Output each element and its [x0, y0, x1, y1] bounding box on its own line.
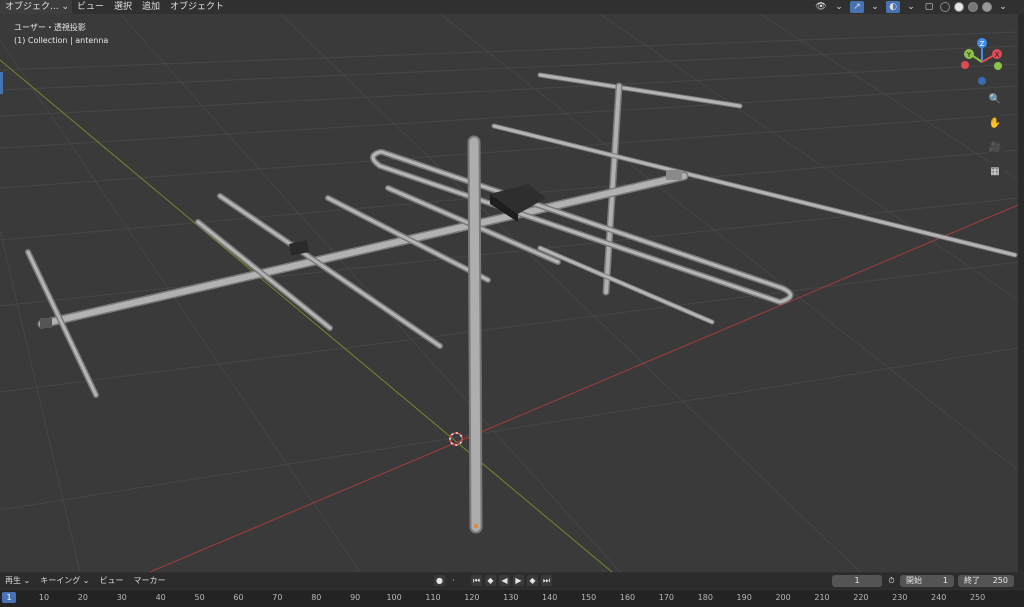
- dropdown-chevron-icon[interactable]: ⌄: [832, 1, 846, 13]
- gizmo-toggle-icon[interactable]: ↗: [850, 1, 864, 13]
- ruler-tick-label: 150: [580, 593, 597, 602]
- ruler-tick-label: 180: [697, 593, 713, 602]
- current-frame-field[interactable]: 1: [832, 575, 882, 587]
- collection-object-label: (1) Collection | antenna: [14, 36, 109, 45]
- ruler-tick-label: 100: [386, 593, 402, 602]
- stopwatch-icon[interactable]: ⏱: [886, 575, 897, 586]
- ruler-tick-label: 140: [542, 593, 558, 602]
- end-value: 250: [992, 576, 1008, 585]
- header-right-tools: 👁 ⌄ ↗ ⌄ ◐ ⌄ ▢ ⌄: [814, 0, 1010, 14]
- 3d-viewport[interactable]: ユーザー・透視投影 (1) Collection | antenna Z Y X…: [0, 14, 1018, 572]
- prev-keyframe-icon[interactable]: ◆: [485, 575, 496, 586]
- ruler-tick-label: 10: [38, 593, 50, 602]
- gizmo-z-label: Z: [980, 40, 985, 48]
- gizmo-neg-z[interactable]: [978, 77, 986, 85]
- viewport-info: ユーザー・透視投影 (1) Collection | antenna: [14, 21, 108, 47]
- start-label: 開始: [906, 576, 922, 585]
- ruler-tick-label: 30: [116, 593, 127, 602]
- gizmo-x-label: X: [995, 51, 1000, 59]
- menu-object[interactable]: オブジェクト: [165, 0, 229, 14]
- ruler-tick-label: 130: [503, 593, 519, 602]
- playback-controls: ● · ⏮ ◆ ◀ ▶ ◆ ⏭: [434, 575, 552, 586]
- gizmo-neg-y[interactable]: [994, 62, 1002, 70]
- next-keyframe-icon[interactable]: ◆: [527, 575, 538, 586]
- timeline-header: 再生 ⌄ キーイング ⌄ ビュー マーカー ● · ⏮ ◆ ◀ ▶ ◆ ⏭ 1 …: [0, 573, 1024, 589]
- material-shading-icon[interactable]: [968, 2, 978, 12]
- ruler-tick-label: 230: [892, 593, 908, 602]
- record-options-icon[interactable]: ·: [448, 575, 459, 586]
- ruler-tick-label: 170: [658, 593, 675, 602]
- play-reverse-icon[interactable]: ◀: [499, 575, 510, 586]
- ruler-tick-label: 220: [853, 593, 869, 602]
- jump-start-icon[interactable]: ⏮: [471, 575, 482, 586]
- ruler-tick-label: 50: [194, 593, 205, 602]
- pan-hand-icon[interactable]: ✋: [986, 114, 1004, 132]
- floor-grid: [0, 14, 1018, 572]
- mode-dropdown[interactable]: オブジェク... ⌄: [0, 0, 72, 14]
- ruler-tick-label: 20: [77, 593, 88, 602]
- start-value: 1: [942, 576, 948, 585]
- visibility-icon[interactable]: 👁: [814, 1, 828, 13]
- menu-timeline-view[interactable]: ビュー: [95, 573, 129, 589]
- ruler-tick-label: 240: [931, 593, 947, 602]
- end-frame-field[interactable]: 終了 250: [958, 575, 1014, 587]
- ruler-tick-label: 250: [969, 593, 986, 602]
- dropdown-chevron-icon[interactable]: ⌄: [868, 1, 882, 13]
- x-axis-line: [149, 204, 1018, 572]
- start-frame-field[interactable]: 開始 1: [900, 575, 954, 587]
- menu-select[interactable]: 選択: [109, 0, 137, 14]
- jump-end-icon[interactable]: ⏭: [541, 575, 552, 586]
- ruler-tick-label: 70: [272, 593, 283, 602]
- gizmo-y-label: Y: [966, 51, 972, 59]
- gizmo-neg-x[interactable]: [961, 61, 969, 69]
- viewport-header: オブジェク... ⌄ ビュー 選択 追加 オブジェクト 👁 ⌄ ↗ ⌄ ◐ ⌄ …: [0, 0, 1024, 14]
- zoom-icon[interactable]: 🔍: [986, 90, 1004, 108]
- ruler-tick-label: 40: [155, 593, 166, 602]
- view-name: ユーザー・透視投影: [14, 23, 86, 32]
- mode-label: オブジェク...: [5, 2, 59, 12]
- ruler-tick-label: 120: [464, 593, 480, 602]
- menu-playback[interactable]: 再生 ⌄: [0, 573, 35, 589]
- dropdown-chevron-icon[interactable]: ⌄: [904, 1, 918, 13]
- camera-icon[interactable]: 🎥: [986, 138, 1004, 156]
- ruler-tick-label: 80: [311, 593, 322, 602]
- ruler-tick-label: 200: [775, 593, 791, 602]
- scene-canvas: [0, 14, 1018, 572]
- origin-dot: [474, 524, 478, 528]
- menu-marker[interactable]: マーカー: [129, 573, 171, 589]
- record-icon[interactable]: ●: [434, 575, 445, 586]
- navigation-gizmo[interactable]: Z Y X: [956, 36, 1008, 88]
- wireframe-shading-icon[interactable]: [940, 2, 950, 12]
- playback-label: 再生: [5, 576, 21, 585]
- viewport-nav-icons: 🔍 ✋ 🎥 ▦: [986, 90, 1004, 180]
- toolbar-tab-active[interactable]: [0, 72, 3, 94]
- dropdown-chevron-icon[interactable]: ⌄: [996, 1, 1010, 13]
- menu-keying[interactable]: キーイング ⌄: [35, 573, 94, 589]
- 3d-cursor[interactable]: [449, 432, 463, 446]
- xray-icon[interactable]: ▢: [922, 1, 936, 13]
- play-icon[interactable]: ▶: [513, 575, 524, 586]
- solid-shading-icon[interactable]: [954, 2, 964, 12]
- end-label: 終了: [964, 576, 980, 585]
- ruler-tick-label: 190: [736, 593, 752, 602]
- grid-icon[interactable]: ▦: [986, 162, 1004, 180]
- overlay-toggle-icon[interactable]: ◐: [886, 1, 900, 13]
- sidebar-edge[interactable]: [1018, 14, 1024, 572]
- ruler-tick-label: 90: [350, 593, 361, 602]
- ruler-tick-label: 60: [233, 593, 244, 602]
- menu-view[interactable]: ビュー: [72, 0, 109, 14]
- timeline-ruler[interactable]: 1 10 20 30 40 50 60 70 80 90 100 110 120 130 140 150 16…: [0, 590, 1024, 607]
- keying-label: キーイング: [40, 576, 81, 585]
- ruler-tick-label: 160: [619, 593, 636, 602]
- rendered-shading-icon[interactable]: [982, 2, 992, 12]
- ruler-tick-label: 210: [814, 593, 830, 602]
- current-frame-indicator[interactable]: 1: [2, 592, 16, 603]
- left-toolbar-edge: [0, 14, 4, 572]
- ruler-tick-label: 110: [425, 593, 441, 602]
- menu-add[interactable]: 追加: [137, 0, 165, 14]
